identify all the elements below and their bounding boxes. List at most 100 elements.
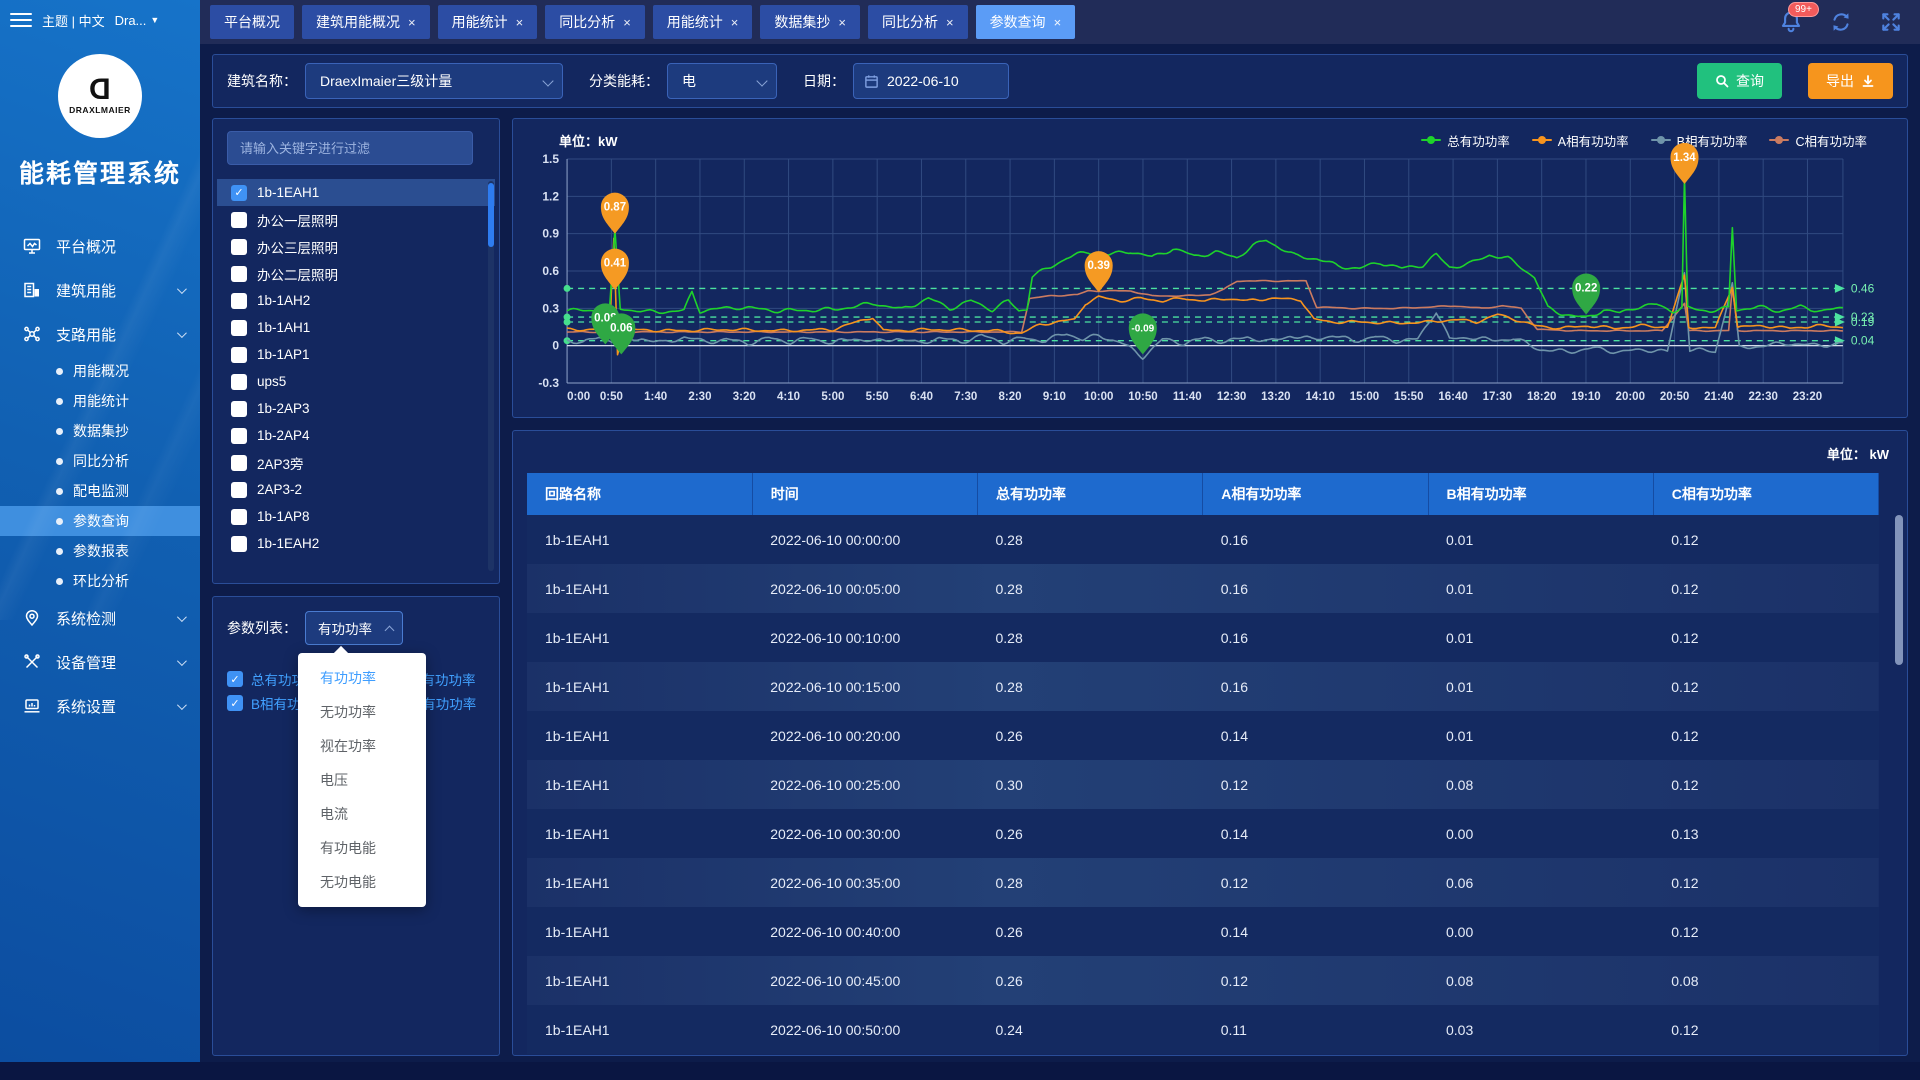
list-item[interactable]: 办公三层照明 [227,233,485,260]
list-item[interactable]: 1b-1AH2 [227,287,485,314]
dropdown-option-无功功率[interactable]: 无功功率 [298,695,426,729]
list-item[interactable]: 1b-2AP3 [227,395,485,422]
table-cell: 0.11 [1203,1005,1428,1054]
tab-close-icon[interactable]: × [1054,15,1062,30]
list-item[interactable]: 1b-2AP4 [227,422,485,449]
dropdown-option-有功电能[interactable]: 有功电能 [298,831,426,865]
tab-建筑用能概况[interactable]: 建筑用能概况× [302,5,430,39]
legend-item-A相有功功率[interactable]: A相有功功率 [1532,131,1629,150]
svg-text:5:50: 5:50 [866,391,889,403]
dropdown-option-电压[interactable]: 电压 [298,763,426,797]
sidebar-item-设备管理[interactable]: 设备管理 [0,640,200,684]
sidebar-item-系统检测[interactable]: 系统检测 [0,596,200,640]
tab-close-icon[interactable]: × [408,15,416,30]
tab-close-icon[interactable]: × [731,15,739,30]
bullet-icon [56,518,63,525]
list-scrollbar[interactable] [488,181,494,571]
list-item[interactable]: ✓1b-1EAH1 [217,179,495,206]
tab-用能统计[interactable]: 用能统计× [438,5,538,39]
list-item[interactable]: 2AP3旁 [227,449,485,476]
sidebar-item-系统设置[interactable]: 系统设置 [0,684,200,728]
checkbox[interactable]: ✓ [227,695,243,711]
checkbox[interactable] [231,509,247,525]
export-button[interactable]: 导出 [1808,63,1893,99]
svg-text:4:10: 4:10 [777,391,800,403]
date-picker[interactable]: 2022-06-10 [853,63,1009,99]
checkbox[interactable] [231,347,247,363]
tab-close-icon[interactable]: × [623,15,631,30]
tab-平台概况[interactable]: 平台概况 [210,5,294,39]
checkbox[interactable] [231,293,247,309]
search-input[interactable] [227,131,473,165]
list-item[interactable]: 1b-1EAH2 [227,530,485,557]
refresh-icon[interactable] [1828,9,1854,35]
tab-close-icon[interactable]: × [946,15,954,30]
tab-close-icon[interactable]: × [838,15,846,30]
sidebar-subitem-同比分析[interactable]: 同比分析 [0,446,200,476]
tab-参数查询[interactable]: 参数查询× [976,5,1076,39]
dropdown-option-有功功率[interactable]: 有功功率 [298,661,426,695]
energy-type-select[interactable]: 电 [667,63,777,99]
table-cell: 0.14 [1203,809,1428,858]
param-select[interactable]: 有功功率 [305,611,403,645]
tab-同比分析[interactable]: 同比分析× [545,5,645,39]
checkbox[interactable] [231,455,247,471]
user-menu[interactable]: Dra... ▼ [115,13,160,28]
sidebar-subitem-参数报表[interactable]: 参数报表 [0,536,200,566]
sidebar-subitem-参数查询[interactable]: 参数查询 [0,506,200,536]
checkbox[interactable] [231,401,247,417]
sidebar-item-支路用能[interactable]: 支路用能 [0,312,200,356]
table-row: 1b-1EAH12022-06-10 00:50:000.240.110.030… [527,1005,1879,1054]
list-scrollbar-thumb[interactable] [488,183,494,247]
sidebar-subitem-用能概况[interactable]: 用能概况 [0,356,200,386]
tab-close-icon[interactable]: × [516,15,524,30]
dropdown-option-视在功率[interactable]: 视在功率 [298,729,426,763]
query-button[interactable]: 查询 [1697,63,1782,99]
checkbox[interactable] [231,374,247,390]
checkbox[interactable] [231,536,247,552]
hamburger-menu-icon[interactable] [10,13,32,27]
list-item[interactable]: ups5 [227,368,485,395]
svg-text:5:00: 5:00 [821,391,844,403]
tab-同比分析[interactable]: 同比分析× [868,5,968,39]
notification-bell-icon[interactable]: 99+ [1778,9,1804,35]
sidebar-subitem-环比分析[interactable]: 环比分析 [0,566,200,596]
dropdown-option-无功电能[interactable]: 无功电能 [298,865,426,899]
list-item[interactable]: 1b-1AP8 [227,503,485,530]
checkbox[interactable] [231,212,247,228]
table-cell: 2022-06-10 00:45:00 [752,956,977,1005]
legend-item-B相有功功率[interactable]: B相有功功率 [1651,131,1748,150]
sidebar-item-平台概况[interactable]: 平台概况 [0,224,200,268]
table-scrollbar-thumb[interactable] [1895,515,1903,665]
list-item[interactable]: 2AP3-2 [227,476,485,503]
fullscreen-icon[interactable] [1878,9,1904,35]
list-item[interactable]: 办公一层照明 [227,206,485,233]
sidebar-top: 主题 | 中文 Dra... ▼ [0,0,200,40]
list-item[interactable]: 1b-1AP1 [227,341,485,368]
sidebar-subitem-数据集抄[interactable]: 数据集抄 [0,416,200,446]
list-item[interactable]: 1b-1AH1 [227,314,485,341]
chart-marker-pin: 0.87 [601,193,629,234]
table-cell: 0.28 [978,613,1203,662]
checkbox[interactable] [231,239,247,255]
svg-text:1.34: 1.34 [1673,152,1696,164]
checkbox[interactable]: ✓ [227,671,243,687]
dropdown-option-电流[interactable]: 电流 [298,797,426,831]
legend-item-总有功功率[interactable]: 总有功功率 [1421,131,1510,150]
checkbox[interactable] [231,266,247,282]
tab-用能统计[interactable]: 用能统计× [653,5,753,39]
theme-language-switch[interactable]: 主题 | 中文 [42,11,105,30]
checkbox[interactable]: ✓ [231,185,247,201]
table-cell: 0.16 [1203,613,1428,662]
list-item[interactable]: 办公二层照明 [227,260,485,287]
checkbox[interactable] [231,428,247,444]
sidebar-subitem-用能统计[interactable]: 用能统计 [0,386,200,416]
tab-数据集抄[interactable]: 数据集抄× [760,5,860,39]
checkbox[interactable] [231,320,247,336]
building-select[interactable]: DraexImaier三级计量 [305,63,563,99]
legend-item-C相有功功率[interactable]: C相有功功率 [1769,131,1867,150]
checkbox[interactable] [231,482,247,498]
sidebar-subitem-配电监测[interactable]: 配电监测 [0,476,200,506]
table-cell: 0.12 [1203,760,1428,809]
sidebar-item-建筑用能[interactable]: 建筑用能 [0,268,200,312]
